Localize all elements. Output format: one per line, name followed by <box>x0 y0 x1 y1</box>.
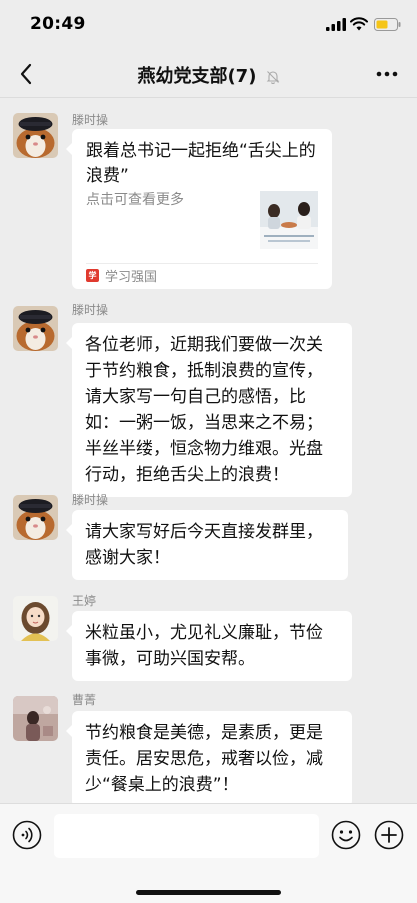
more-options-button[interactable] <box>373 62 401 86</box>
card-description: 点击可查看更多 <box>86 192 184 208</box>
sender-name: 滕时操 <box>72 303 109 317</box>
cartoon-girl-avatar[interactable] <box>13 596 58 641</box>
battery-icon <box>374 18 401 31</box>
photo-avatar[interactable] <box>13 696 58 741</box>
shared-link-card[interactable]: 跟着总书记一起拒绝“舌尖上的浪费” 点击可查看更多 学 学习强国 <box>66 129 332 289</box>
sender-name: 王婷 <box>72 594 97 608</box>
guinea-pig-avatar[interactable] <box>13 306 58 351</box>
message-bubble[interactable]: 节约粮食是美德，是素质，更是 责任。居安思危，戒奢以俭，减 少“餐桌上的浪费”！ <box>66 711 352 803</box>
cellular-signal-icon <box>326 18 346 31</box>
message-text-input[interactable] <box>54 814 319 858</box>
card-thumbnail <box>260 191 318 249</box>
guinea-pig-avatar[interactable] <box>13 113 58 158</box>
message-line: 于节约粮食，抵制浪费的宣传， <box>85 361 323 381</box>
sender-name: 滕时操 <box>72 113 109 127</box>
status-bar: 20:49 <box>0 0 417 50</box>
card-title: 跟着总书记一起拒绝“舌尖上的浪费” <box>86 141 316 186</box>
message-line: 请大家写好后今天直接发群里， <box>85 522 323 542</box>
message-line: 节约粮食是美德，是素质，更是 <box>85 723 323 743</box>
page-title: 燕幼党支部(7) <box>137 66 257 87</box>
status-time: 20:49 <box>30 14 86 34</box>
card-source-label: 学习强国 <box>105 270 158 285</box>
message-line: 责任。居安思危，戒奢以俭，减 <box>85 749 323 769</box>
message-line: 各位老师，近期我们要做一次关 <box>85 335 323 355</box>
mute-bell-icon <box>266 71 279 84</box>
sender-name: 曹菁 <box>72 693 97 707</box>
message-line: 请大家写一句自己的感悟，比 <box>85 387 306 407</box>
xuexi-logo-icon: 学 <box>86 269 99 282</box>
sender-name: 滕时操 <box>72 493 109 507</box>
message-bubble[interactable]: 请大家写好后今天直接发群里， 感谢大家！ <box>66 510 348 580</box>
chat-message-list[interactable]: 滕时操 跟着总书记一起拒绝“舌尖上的浪费” 点击可查看更多 学 学习强国 滕时操… <box>0 98 417 803</box>
wifi-icon <box>350 17 368 31</box>
message-line: 半丝半缕，恒念物力维艰。光盘 <box>85 439 323 459</box>
message-line: 行动，拒绝舌尖上的浪费！ <box>85 465 289 485</box>
message-line: 米粒虽小，尤见礼义廉耻，节俭 <box>85 623 323 643</box>
chat-title: 燕幼党支部(7) <box>0 62 417 88</box>
message-line: 事微，可助兴国安帮。 <box>85 649 255 669</box>
message-line: 少“餐桌上的浪费”！ <box>85 775 239 795</box>
more-dots-icon <box>376 71 398 77</box>
message-bubble[interactable]: 米粒虽小，尤见礼义廉耻，节俭 事微，可助兴国安帮。 <box>66 611 352 681</box>
message-input-bar <box>0 803 417 903</box>
message-line: 如：一粥一饭，当思来之不易； <box>85 413 323 433</box>
message-line: 感谢大家！ <box>85 548 170 568</box>
emoji-icon[interactable] <box>331 820 361 850</box>
card-divider <box>86 263 318 264</box>
plus-more-icon[interactable] <box>374 820 404 850</box>
card-source: 学 学习强国 <box>86 266 157 285</box>
message-bubble[interactable]: 各位老师，近期我们要做一次关 于节约粮食，抵制浪费的宣传， 请大家写一句自己的感… <box>66 323 352 497</box>
voice-input-icon[interactable] <box>12 820 42 850</box>
guinea-pig-avatar[interactable] <box>13 495 58 540</box>
home-indicator <box>136 890 281 895</box>
nav-bar: 燕幼党支部(7) <box>0 50 417 98</box>
